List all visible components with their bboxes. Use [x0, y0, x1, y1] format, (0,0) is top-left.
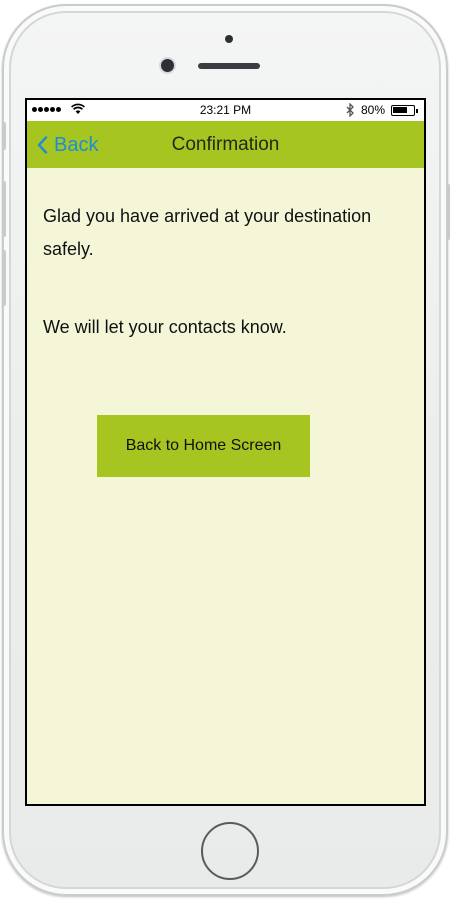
- battery-fill: [393, 107, 407, 113]
- phone-screen: 23:21 PM 80% Back Confirmation Glad you …: [25, 98, 426, 806]
- home-button[interactable]: [201, 822, 259, 880]
- page-title: Confirmation: [171, 134, 280, 155]
- proximity-sensor: [225, 35, 233, 43]
- earpiece-speaker: [198, 63, 260, 69]
- status-bar: 23:21 PM 80%: [27, 100, 424, 121]
- navigation-bar: Back Confirmation: [27, 121, 424, 168]
- volume-up-button: [2, 181, 6, 237]
- mute-switch: [2, 122, 6, 150]
- battery-percent: 80%: [361, 103, 386, 117]
- battery-tip: [416, 109, 418, 113]
- volume-down-button: [2, 250, 6, 306]
- contacts-message: We will let your contacts know.: [43, 317, 287, 337]
- front-camera: [161, 59, 174, 72]
- back-to-home-button[interactable]: Back to Home Screen: [97, 415, 310, 477]
- bluetooth-icon: [346, 103, 354, 117]
- battery-icon: [391, 105, 415, 116]
- arrival-message: Glad you have arrived at your destinatio…: [43, 206, 372, 259]
